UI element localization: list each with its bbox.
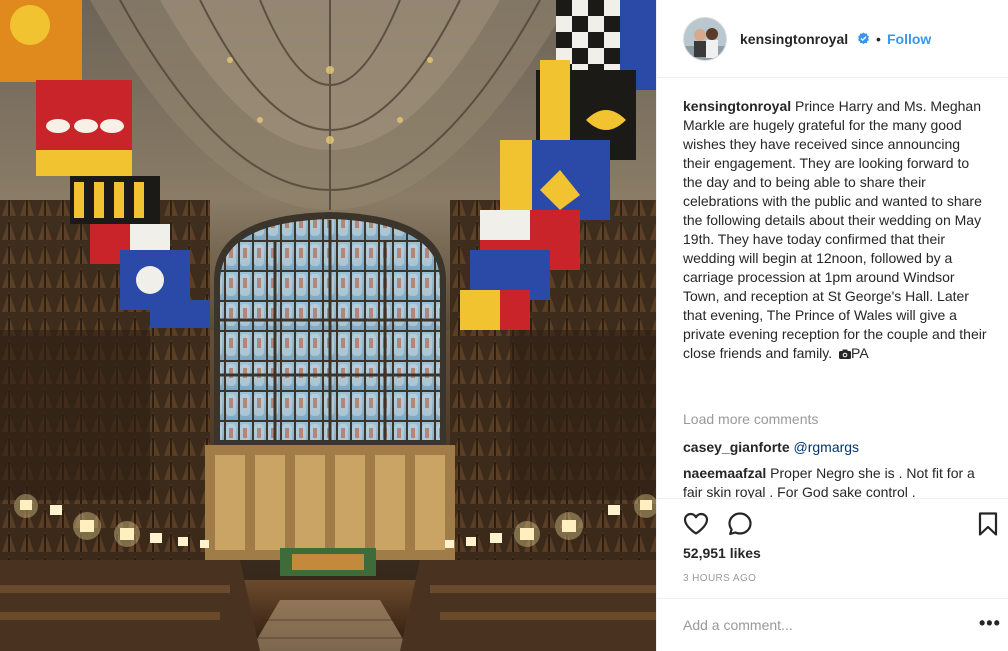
- chapel-interior-image: [0, 0, 656, 651]
- comment-username[interactable]: naeemaafzal: [683, 465, 766, 481]
- action-bar: [657, 498, 1008, 548]
- bookmark-icon[interactable]: [975, 511, 1001, 537]
- load-more-comments-link[interactable]: Load more comments: [683, 411, 818, 427]
- comment-mention[interactable]: @rgmargs: [794, 439, 860, 455]
- verified-badge-icon: [858, 32, 869, 45]
- post-header: kensingtonroyal • Follow: [657, 0, 1008, 78]
- comment-item: naeemaafzal Proper Negro she is . Not fi…: [683, 464, 987, 498]
- likes-count[interactable]: 52,951 likes: [683, 545, 761, 561]
- comment-bubble-icon[interactable]: [727, 511, 753, 537]
- heart-icon[interactable]: [683, 511, 709, 537]
- follow-button[interactable]: Follow: [887, 31, 931, 47]
- comment-username[interactable]: casey_gianforte: [683, 439, 790, 455]
- more-options-button[interactable]: •••: [979, 613, 1001, 634]
- caption-username[interactable]: kensingtonroyal: [683, 98, 791, 114]
- account-username[interactable]: kensingtonroyal: [740, 31, 848, 47]
- add-comment-input[interactable]: [683, 617, 943, 633]
- separator-dot: •: [876, 31, 881, 47]
- photo-credit: PA: [851, 345, 869, 361]
- caption-text: Prince Harry and Ms. Meghan Markle are h…: [683, 98, 987, 361]
- post-timestamp[interactable]: 3 HOURS AGO: [683, 573, 756, 584]
- avatar[interactable]: [683, 17, 727, 61]
- post-photo[interactable]: [0, 0, 656, 651]
- post-caption: kensingtonroyal Prince Harry and Ms. Meg…: [683, 97, 987, 363]
- comment-composer: •••: [657, 598, 1008, 651]
- couple-avatar-image: [684, 18, 726, 60]
- camera-icon: [839, 349, 852, 359]
- post-side-panel: kensingtonroyal • Follow kensingtonroyal…: [656, 0, 1008, 651]
- comment-item: casey_gianforte @rgmargs: [683, 438, 987, 457]
